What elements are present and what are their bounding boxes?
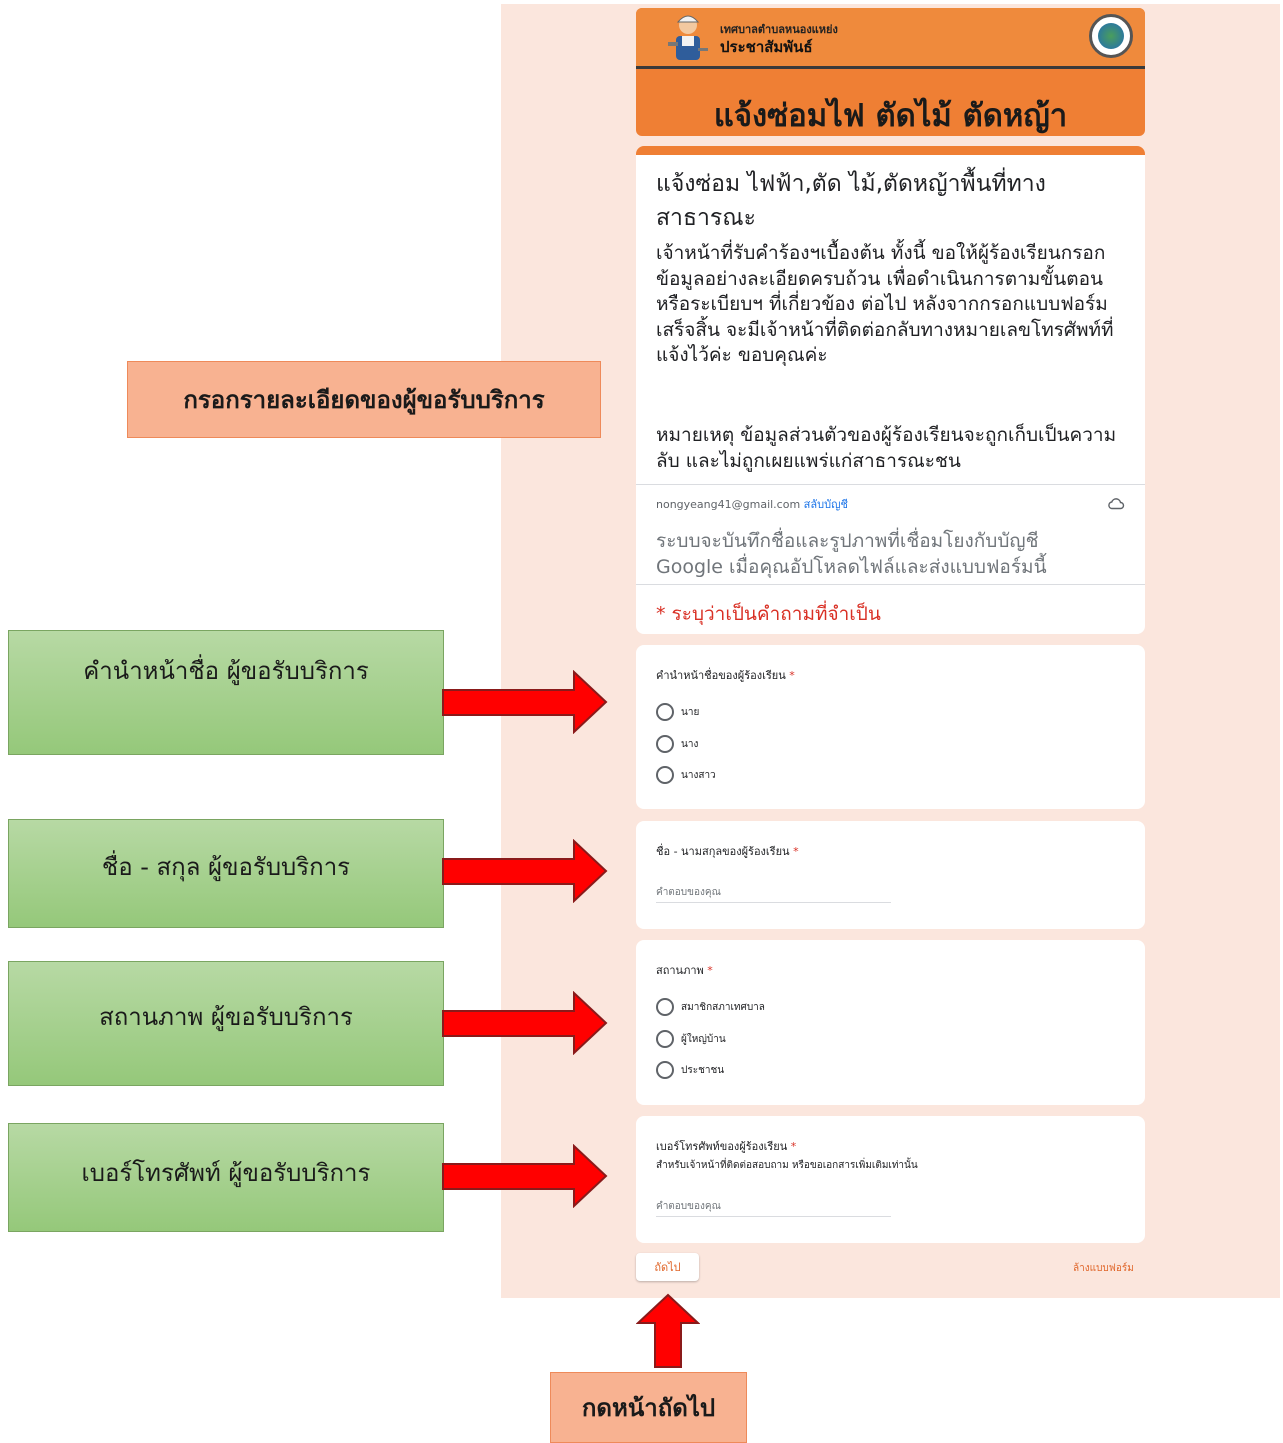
input-underline — [656, 1216, 891, 1217]
divider — [636, 484, 1145, 485]
account-row: nongyeang41@gmail.com สลับบัญชี — [656, 495, 848, 513]
callout-next: กดหน้าถัดไป — [550, 1372, 747, 1443]
callout-details: กรอกรายละเอียดของผู้ขอรับบริการ — [127, 361, 601, 438]
callout-status: สถานภาพ ผู้ขอรับบริการ — [8, 961, 444, 1086]
question-title: คำนำหน้าชื่อของผู้ร้องเรียน * — [656, 669, 795, 682]
arrow-right-icon — [442, 839, 608, 903]
clear-form-link[interactable]: ล้างแบบฟอร์ม — [1073, 1261, 1134, 1276]
question-card-status: สถานภาพ * สมาชิกสภาเทศบาล ผู้ใหญ่บ้าน ปร… — [636, 940, 1145, 1105]
radio-label: สมาชิกสภาเทศบาล — [681, 1002, 765, 1013]
org-name-big: ประชาสัมพันธ์ — [720, 38, 813, 56]
form-banner: เทศบาลตำบลหนองแหย่ง ประชาสัมพันธ์ แจ้งซ่… — [636, 8, 1145, 136]
banner-header-strip: เทศบาลตำบลหนองแหย่ง ประชาสัมพันธ์ — [636, 8, 1145, 69]
radio-button[interactable] — [656, 998, 674, 1016]
callout-prefix: คำนำหน้าชื่อ ผู้ขอรับบริการ — [8, 630, 444, 755]
arrow-right-icon — [442, 670, 608, 734]
banner-title: แจ้งซ่อมไฟ ตัดไม้ ตัดหญ้า — [713, 98, 1068, 134]
radio-label: นาย — [681, 707, 700, 718]
required-note: * ระบุว่าเป็นคำถามที่จำเป็น — [656, 603, 881, 625]
question-card-prefix: คำนำหน้าชื่อของผู้ร้องเรียน * นาย นาง นา… — [636, 645, 1145, 809]
question-title: สถานภาพ * — [656, 964, 713, 977]
question-card-name: ชื่อ - นามสกุลของผู้ร้องเรียน * คำตอบของ… — [636, 821, 1145, 929]
arrow-right-icon — [442, 1144, 608, 1208]
callout-name: ชื่อ - สกุล ผู้ขอรับบริการ — [8, 819, 444, 928]
question-help-text: สำหรับเจ้าหน้าที่ติดต่อสอบถาม หรือขอเอกส… — [656, 1160, 918, 1171]
phone-input[interactable]: คำตอบของคุณ — [656, 1199, 721, 1214]
form-header-card: แจ้งซ่อม ไฟฟ้า,ตัด ไม้,ตัดหญ้าพื้นที่ทาง… — [636, 146, 1145, 634]
name-input[interactable]: คำตอบของคุณ — [656, 885, 721, 900]
switch-account-link[interactable]: สลับบัญชี — [804, 498, 848, 511]
next-button[interactable]: ถัดไป — [636, 1253, 699, 1281]
question-card-phone: เบอร์โทรศัพท์ของผู้ร้องเรียน * สำหรับเจ้… — [636, 1116, 1145, 1243]
privacy-note: หมายเหตุ ข้อมูลส่วนตัวของผู้ร้องเรียนจะถ… — [656, 424, 1117, 472]
question-title: เบอร์โทรศัพท์ของผู้ร้องเรียน * — [656, 1140, 797, 1153]
account-email: nongyeang41@gmail.com — [656, 498, 801, 511]
radio-button[interactable] — [656, 1030, 674, 1048]
form-title: แจ้งซ่อม ไฟฟ้า,ตัด ไม้,ตัดหญ้าพื้นที่ทาง… — [656, 171, 1046, 231]
divider — [636, 584, 1145, 585]
question-title: ชื่อ - นามสกุลของผู้ร้องเรียน * — [656, 845, 799, 858]
radio-button[interactable] — [656, 703, 674, 721]
form-description: เจ้าหน้าที่รับคำร้องฯเบื้องต้น ทั้งนี้ ข… — [656, 242, 1114, 366]
radio-button[interactable] — [656, 1061, 674, 1079]
municipality-seal-icon — [1089, 14, 1133, 58]
input-underline — [656, 902, 891, 903]
callout-phone: เบอร์โทรศัพท์ ผู้ขอรับบริการ — [8, 1123, 444, 1232]
radio-label: นาง — [681, 739, 699, 750]
account-info-text: ระบบจะบันทึกชื่อและรูปภาพที่เชื่อมโยงกับ… — [656, 530, 1047, 578]
cloud-sync-icon — [1108, 498, 1125, 510]
electrician-icon — [668, 15, 708, 60]
arrow-right-icon — [442, 991, 608, 1055]
radio-button[interactable] — [656, 766, 674, 784]
radio-button[interactable] — [656, 735, 674, 753]
radio-label: ผู้ใหญ่บ้าน — [681, 1034, 726, 1045]
radio-label: นางสาว — [681, 770, 716, 781]
arrow-up-icon — [636, 1293, 700, 1368]
radio-label: ประชาชน — [681, 1065, 725, 1076]
